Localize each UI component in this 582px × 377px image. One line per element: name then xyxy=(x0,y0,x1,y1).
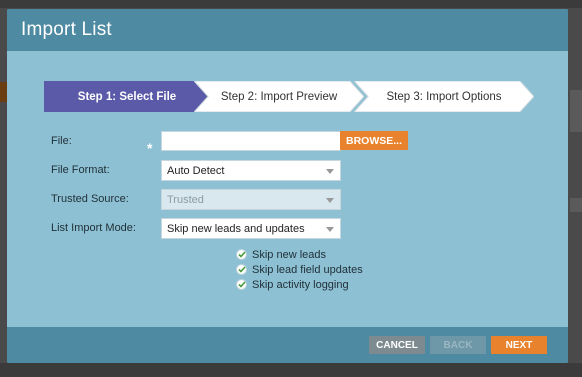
browse-button[interactable]: BROWSE... xyxy=(340,131,408,150)
chevron-down-icon xyxy=(326,198,334,203)
check-label: Skip lead field updates xyxy=(252,263,363,276)
background-app-header xyxy=(0,0,582,8)
list-import-mode-value: Skip new leads and updates xyxy=(167,222,305,235)
step-3-import-options[interactable]: Step 3: Import Options xyxy=(354,81,534,112)
trusted-source-value: Trusted xyxy=(167,193,204,206)
step-3-label: Step 3: Import Options xyxy=(386,90,502,103)
step-wizard: Step 1: Select File Step 2: Import Previ… xyxy=(44,81,534,112)
import-mode-summary: Skip new leads Skip lead field updates S… xyxy=(236,247,363,292)
check-label: Skip new leads xyxy=(252,248,326,261)
trusted-source-select: Trusted xyxy=(161,189,341,210)
list-item: Skip activity logging xyxy=(236,277,363,292)
dialog-footer: CANCEL BACK NEXT xyxy=(7,327,568,363)
list-import-mode-select[interactable]: Skip new leads and updates xyxy=(161,218,341,239)
list-import-mode-label: List Import Mode: xyxy=(51,222,136,234)
step-2-label: Step 2: Import Preview xyxy=(220,90,338,103)
checkmark-icon xyxy=(236,249,247,260)
back-button: BACK xyxy=(430,336,486,354)
background-app-panel xyxy=(570,198,582,212)
file-label: File: xyxy=(51,135,72,147)
dialog-title: Import List xyxy=(21,19,112,40)
dialog-header: Import List xyxy=(7,9,568,51)
chevron-down-icon xyxy=(326,227,334,232)
checkmark-icon xyxy=(236,279,247,290)
list-item: Skip lead field updates xyxy=(236,262,363,277)
file-format-select[interactable]: Auto Detect xyxy=(161,160,341,181)
trusted-source-label: Trusted Source: xyxy=(51,193,129,205)
file-path-input[interactable] xyxy=(161,131,341,151)
file-format-value: Auto Detect xyxy=(167,164,225,177)
cancel-button[interactable]: CANCEL xyxy=(369,336,425,354)
import-list-dialog: Import List Step 1: Select File Step 2: … xyxy=(7,9,568,363)
background-app-panel xyxy=(570,90,582,132)
step-1-select-file[interactable]: Step 1: Select File xyxy=(44,81,210,112)
file-format-label: File Format: xyxy=(51,164,110,176)
step-2-import-preview[interactable]: Step 2: Import Preview xyxy=(194,81,364,112)
step-1-label: Step 1: Select File xyxy=(77,90,177,103)
chevron-down-icon xyxy=(326,169,334,174)
next-button[interactable]: NEXT xyxy=(491,336,547,354)
required-mark: * xyxy=(147,140,153,156)
background-app-footer xyxy=(0,363,582,377)
check-label: Skip activity logging xyxy=(252,278,349,291)
checkmark-icon xyxy=(236,264,247,275)
list-item: Skip new leads xyxy=(236,247,363,262)
